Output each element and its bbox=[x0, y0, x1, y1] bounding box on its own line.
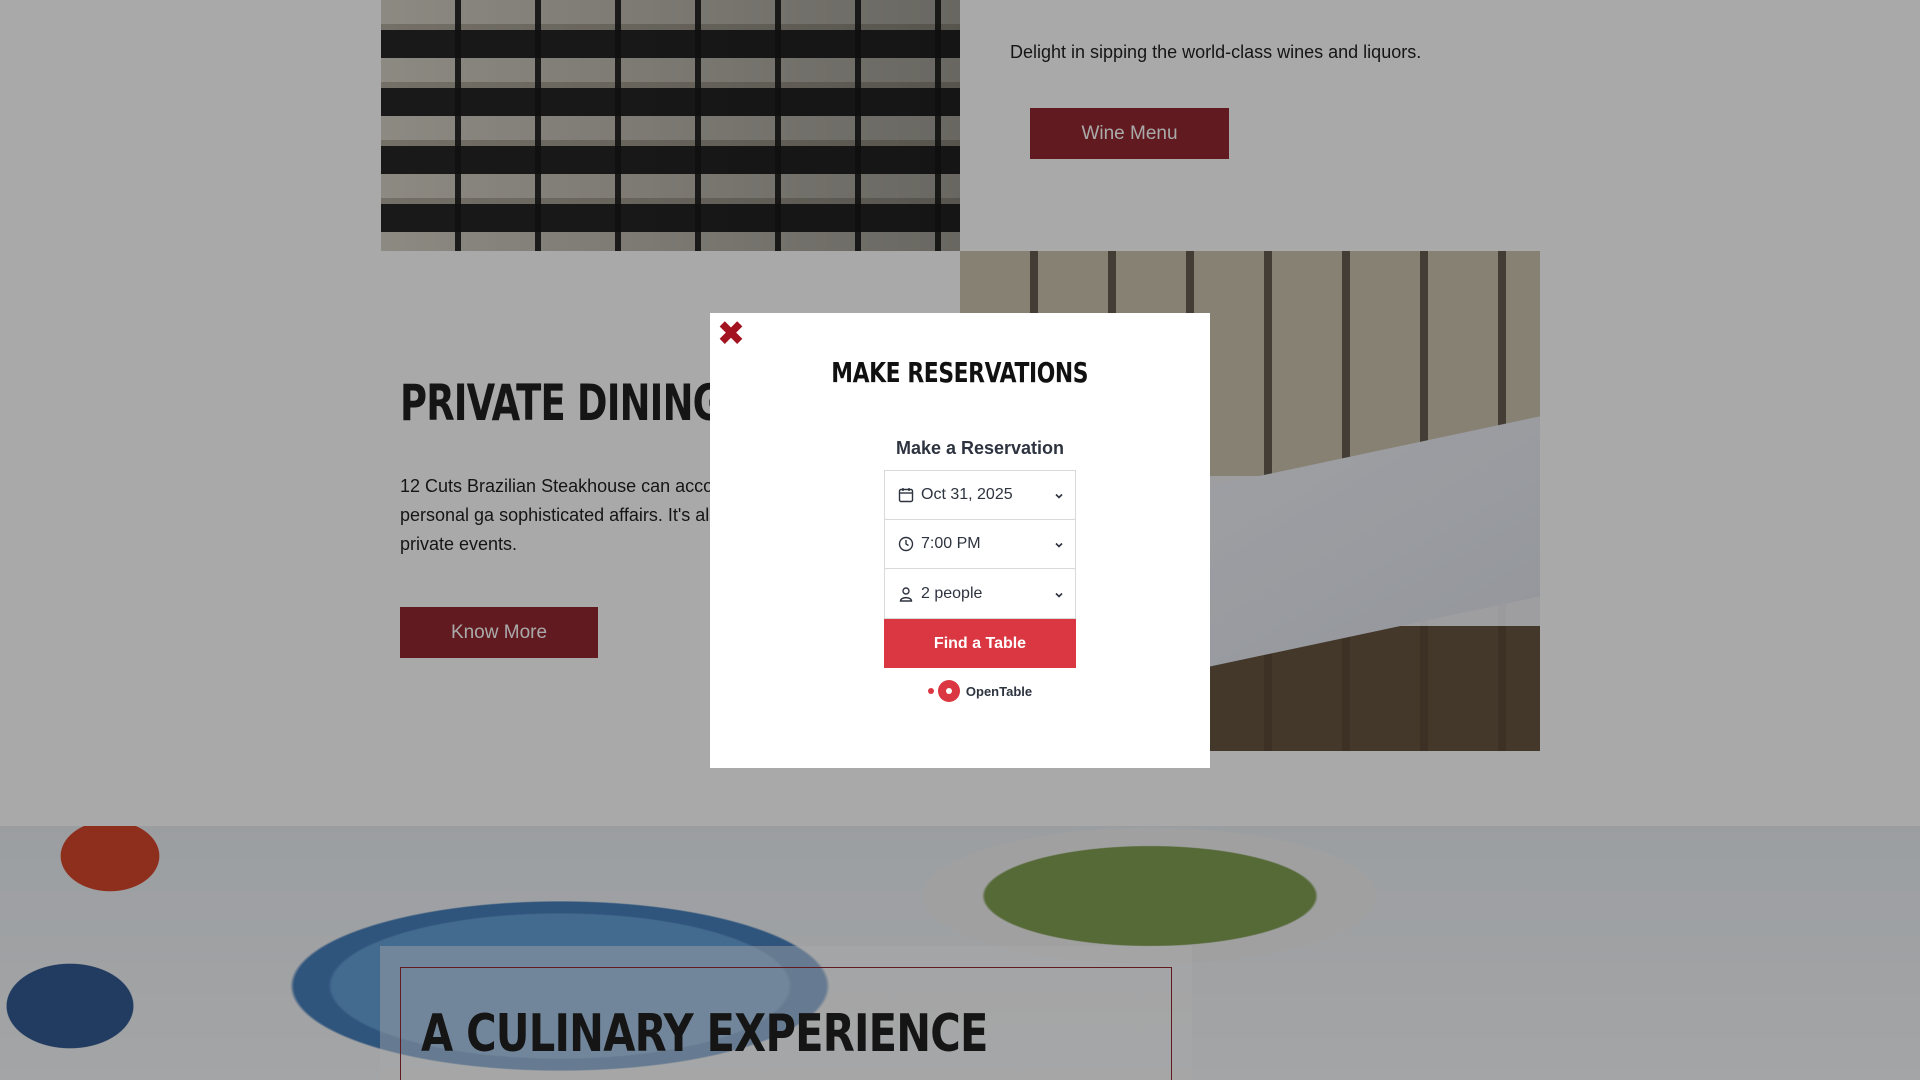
date-select[interactable]: Oct 31, 2025 bbox=[885, 471, 1075, 520]
time-value: 7:00 PM bbox=[921, 535, 981, 552]
time-select[interactable]: 7:00 PM bbox=[885, 520, 1075, 569]
date-value: Oct 31, 2025 bbox=[921, 486, 1013, 503]
chevron-down-icon bbox=[1053, 489, 1065, 501]
widget-heading: Make a Reservation bbox=[895, 438, 1065, 458]
chevron-down-icon bbox=[1053, 588, 1065, 600]
find-a-table-button[interactable]: Find a Table bbox=[884, 619, 1076, 668]
party-size-value: 2 people bbox=[921, 584, 983, 602]
opentable-dot-icon bbox=[927, 688, 934, 694]
opentable-branding[interactable]: OpenTable bbox=[884, 680, 1076, 702]
person-icon bbox=[897, 585, 915, 603]
party-size-select[interactable]: 2 people bbox=[885, 569, 1075, 618]
modal-title-text: MAKE RESERVATIONS bbox=[831, 356, 1089, 389]
chevron-down-icon bbox=[1053, 538, 1065, 550]
reservation-fields: Oct 31, 2025 7:00 PM 2 people bbox=[884, 470, 1076, 619]
opentable-label: OpenTable bbox=[965, 683, 1033, 699]
opentable-widget: Make a Reservation Oct 31, 2025 7:00 PM bbox=[884, 435, 1076, 702]
close-icon[interactable]: ✖ bbox=[716, 317, 746, 351]
modal-title: MAKE RESERVATIONS bbox=[710, 356, 1210, 389]
calendar-icon bbox=[897, 486, 915, 504]
opentable-logo-icon bbox=[937, 680, 960, 702]
clock-icon bbox=[897, 535, 915, 553]
